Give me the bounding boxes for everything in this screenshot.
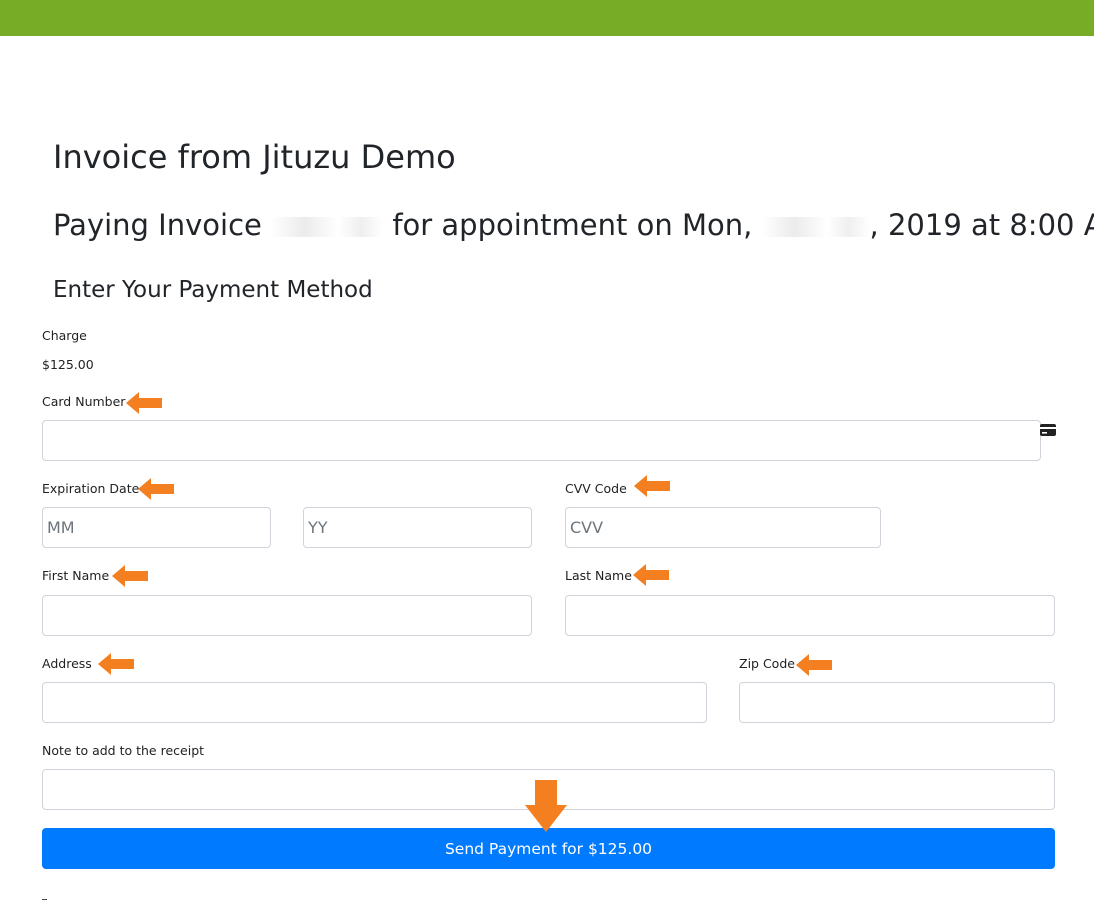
last-name-input[interactable]: [565, 595, 1055, 636]
orange-arrow-icon: [138, 478, 174, 500]
redacted-invoice-number: [271, 217, 384, 237]
card-number-input[interactable]: [42, 420, 1041, 461]
cvv-code-label: CVV Code: [565, 481, 627, 496]
expiration-year-input[interactable]: [303, 507, 532, 548]
address-input[interactable]: [42, 682, 707, 723]
send-payment-button[interactable]: Send Payment for $125.00: [42, 828, 1055, 869]
cvv-input[interactable]: [565, 507, 881, 548]
orange-arrow-icon: [634, 475, 670, 497]
paying-suffix: , 2019 at 8:00 AM: [869, 208, 1094, 242]
card-number-label: Card Number: [42, 394, 126, 409]
charge-amount: $125.00: [42, 357, 94, 372]
orange-arrow-icon: [112, 565, 148, 587]
orange-arrow-icon: [98, 653, 134, 675]
paying-prefix: Paying Invoice: [53, 208, 262, 242]
first-name-input[interactable]: [42, 595, 532, 636]
credit-card-icon: [1040, 424, 1056, 436]
invoice-subtitle: Paying Invoice for appointment on Mon, ,…: [53, 208, 1094, 242]
page-divider: [42, 899, 47, 900]
expiration-date-label: Expiration Date: [42, 481, 140, 496]
orange-arrow-icon: [633, 564, 669, 586]
paying-middle: for appointment on Mon,: [392, 208, 753, 242]
orange-arrow-icon: [796, 654, 832, 676]
orange-arrow-icon: [126, 392, 162, 414]
redacted-date: [761, 217, 870, 237]
expiration-month-input[interactable]: [42, 507, 271, 548]
page-title: Invoice from Jituzu Demo: [53, 138, 456, 176]
zip-code-input[interactable]: [739, 682, 1055, 723]
receipt-note-label: Note to add to the receipt: [42, 743, 205, 758]
address-label: Address: [42, 656, 92, 671]
orange-arrow-icon: [525, 780, 567, 832]
first-name-label: First Name: [42, 568, 110, 583]
charge-label: Charge: [42, 328, 87, 343]
top-bar: [0, 0, 1094, 36]
zip-code-label: Zip Code: [739, 656, 795, 671]
last-name-label: Last Name: [565, 568, 632, 583]
payment-method-title: Enter Your Payment Method: [53, 277, 373, 303]
